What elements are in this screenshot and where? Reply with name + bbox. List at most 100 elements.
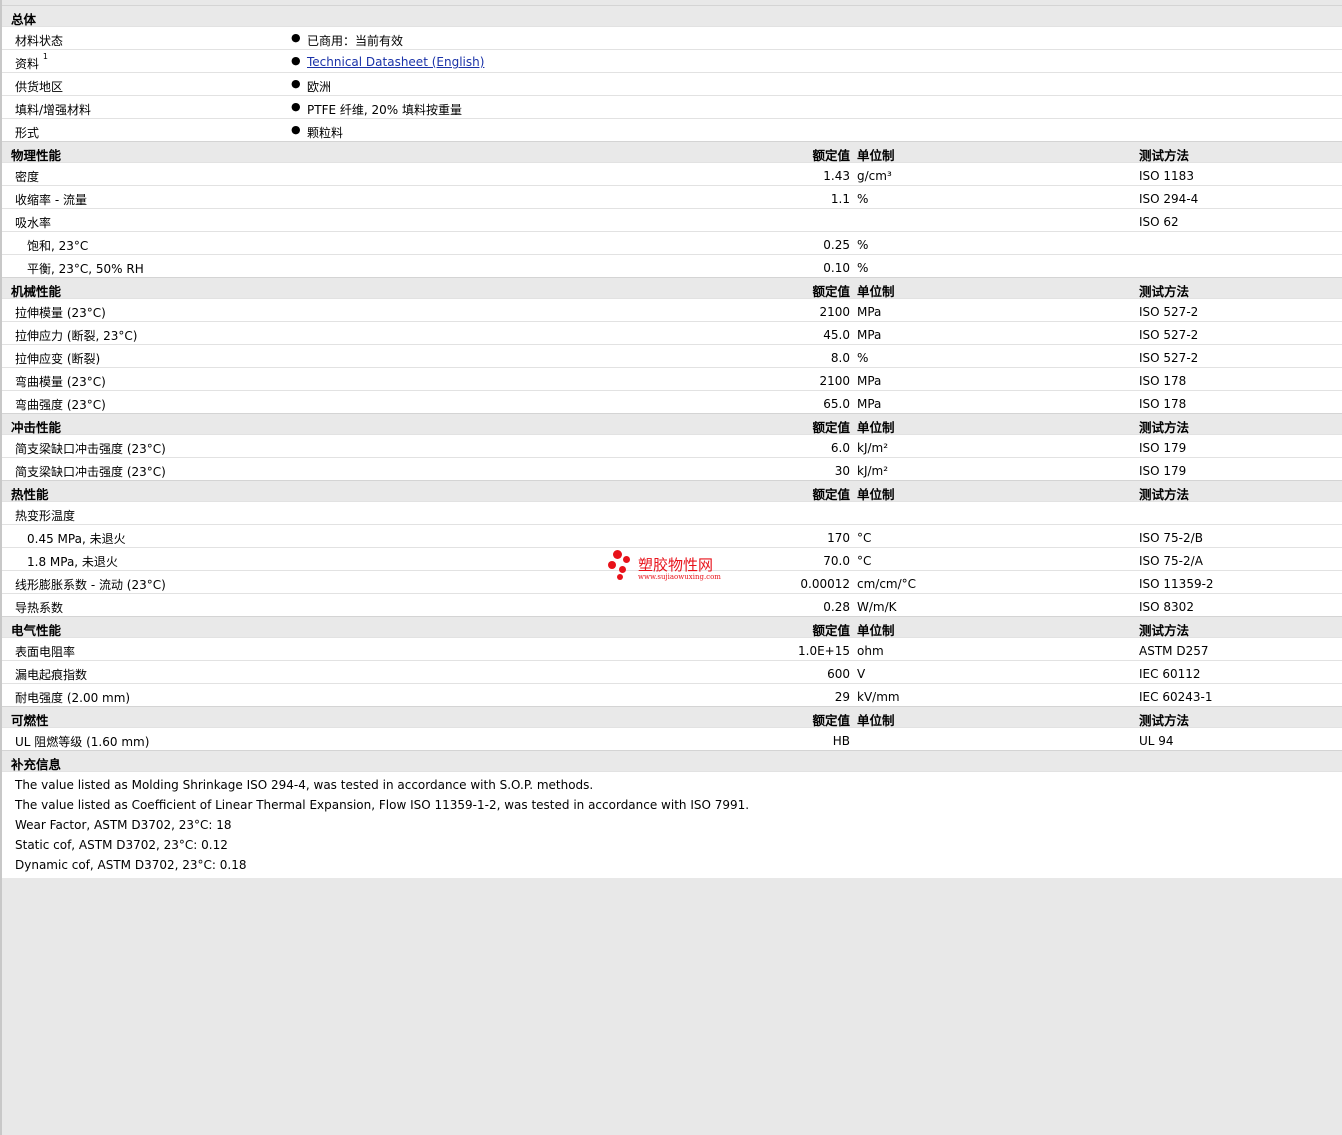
property-label: 1.8 MPa, 未退火	[27, 555, 118, 569]
property-row: 密度 1.43 g/cm³ ISO 1183	[2, 162, 1342, 185]
row-value: PTFE 纤维, 20% 填料按重量	[307, 103, 462, 117]
notes-list: The value listed as Molding Shrinkage IS…	[2, 771, 1342, 878]
technical-datasheet-link[interactable]: Technical Datasheet (English)	[307, 55, 484, 69]
section-header: 机械性能 额定值 单位制 测试方法	[2, 277, 1342, 299]
test-method: ISO 527-2	[1139, 305, 1199, 319]
property-row: 表面电阻率 1.0E+15 ohm ASTM D257	[2, 637, 1342, 660]
property-label: 耐电强度 (2.00 mm)	[15, 691, 131, 705]
unit-value: kJ/m²	[857, 441, 889, 455]
logo-dot-icon	[619, 566, 626, 573]
bullet-icon: ●	[291, 123, 301, 136]
property-label: 收缩率 - 流量	[15, 193, 87, 207]
property-row: 耐电强度 (2.00 mm) 29 kV/mm IEC 60243-1	[2, 683, 1342, 706]
bullet-icon: ●	[291, 100, 301, 113]
test-method: ISO 294-4	[1139, 192, 1199, 206]
property-label: 饱和, 23°C	[27, 239, 89, 253]
nominal-value: 1.0E+15	[798, 644, 850, 658]
test-method: ISO 75-2/B	[1139, 531, 1203, 545]
row-label: 填料/增强材料	[15, 103, 92, 117]
property-label: 0.45 MPa, 未退火	[27, 532, 126, 546]
unit-value: %	[857, 261, 869, 275]
row-label: 供货地区	[15, 80, 64, 94]
property-row: 简支梁缺口冲击强度 (23°C) 6.0 kJ/m² ISO 179	[2, 434, 1342, 457]
datasheet: 总体 材料状态 ● 已商用：当前有效 资料 1 ● Technical Data…	[0, 5, 1342, 878]
nominal-value: 0.10	[823, 261, 850, 275]
unit-value: W/m/K	[857, 600, 897, 614]
property-label: 平衡, 23°C, 50% RH	[27, 262, 144, 276]
bullet-icon: ●	[291, 54, 301, 67]
row-value: 欧洲	[307, 80, 332, 94]
section-header: 可燃性 额定值 单位制 测试方法	[2, 706, 1342, 728]
property-label: 密度	[15, 170, 40, 184]
property-label: 导热系数	[15, 601, 64, 615]
test-method: ISO 527-2	[1139, 351, 1199, 365]
nominal-value: 29	[834, 690, 850, 704]
logo-dot-icon	[613, 550, 622, 559]
bullet-icon: ●	[291, 31, 301, 44]
nominal-value: 1.1	[830, 192, 850, 206]
row-label: 形式	[15, 126, 40, 140]
nominal-value: 0.00012	[800, 577, 850, 591]
unit-value: MPa	[857, 328, 882, 342]
property-label: 拉伸应变 (断裂)	[15, 352, 101, 366]
property-label: 弯曲强度 (23°C)	[15, 398, 106, 412]
note-item: Wear Factor, ASTM D3702, 23°C: 18	[15, 818, 232, 832]
unit-value: %	[857, 192, 869, 206]
property-row: 热变形温度	[2, 501, 1342, 524]
watermark-name: 塑胶物性网	[638, 556, 714, 574]
test-method: ISO 178	[1139, 397, 1187, 411]
nominal-value: 170	[827, 531, 850, 545]
test-method: ISO 527-2	[1139, 328, 1199, 342]
section-header-general: 总体	[2, 5, 1342, 27]
unit-value: °C	[857, 554, 872, 568]
test-method: ISO 179	[1139, 464, 1187, 478]
logo-dot-icon	[617, 574, 623, 580]
unit-value: %	[857, 238, 869, 252]
property-row: 导热系数 0.28 W/m/K ISO 8302	[2, 593, 1342, 616]
nominal-value: 600	[827, 667, 850, 681]
nominal-value: 0.25	[823, 238, 850, 252]
property-row: 漏电起痕指数 600 V IEC 60112	[2, 660, 1342, 683]
row-label: 材料状态	[15, 34, 64, 48]
unit-value: MPa	[857, 305, 882, 319]
property-label: 弯曲模量 (23°C)	[15, 375, 106, 389]
unit-value: cm/cm/°C	[857, 577, 917, 591]
general-row-status: 材料状态 ● 已商用：当前有效	[2, 26, 1342, 49]
property-row: 拉伸应变 (断裂) 8.0% ISO 527-2	[2, 344, 1342, 367]
unit-value: %	[857, 351, 869, 365]
property-row: 收缩率 - 流量 1.1% ISO 294-4	[2, 185, 1342, 208]
general-row-region: 供货地区 ● 欧洲	[2, 72, 1342, 95]
nominal-value: 30	[834, 464, 850, 478]
test-method: ISO 75-2/A	[1139, 554, 1203, 568]
nominal-value: 45.0	[823, 328, 850, 342]
property-row: 吸水率 ISO 62	[2, 208, 1342, 231]
test-method: ISO 1183	[1139, 169, 1194, 183]
section-header: 电气性能 额定值 单位制 测试方法	[2, 616, 1342, 638]
section-header: 物理性能 额定值 单位制 测试方法	[2, 141, 1342, 163]
property-label: 表面电阻率	[15, 645, 76, 659]
test-method: ISO 178	[1139, 374, 1187, 388]
property-label: 热变形温度	[15, 509, 76, 523]
property-label: 拉伸应力 (断裂, 23°C)	[15, 329, 138, 343]
row-label: 资料 1	[15, 52, 48, 71]
property-row: UL 阻燃等级 (1.60 mm) HB UL 94	[2, 727, 1342, 750]
logo-dot-icon	[623, 556, 630, 563]
property-label: 简支梁缺口冲击强度 (23°C)	[15, 442, 166, 456]
test-method: IEC 60112	[1139, 667, 1201, 681]
property-label: 吸水率	[15, 216, 52, 230]
nominal-value: 8.0	[830, 351, 850, 365]
nominal-value: 70.0	[823, 554, 850, 568]
row-value: 颗粒料	[307, 126, 344, 140]
general-row-form: 形式 ● 颗粒料	[2, 118, 1342, 141]
property-row: 简支梁缺口冲击强度 (23°C) 30 kJ/m² ISO 179	[2, 457, 1342, 480]
section-header: 热性能 额定值 单位制 测试方法	[2, 480, 1342, 502]
property-label: 线形膨胀系数 - 流动 (23°C)	[15, 578, 166, 592]
property-row: 拉伸模量 (23°C) 2100 MPa ISO 527-2	[2, 298, 1342, 321]
section-header-notes: 补充信息	[2, 750, 1342, 772]
note-item: Dynamic cof, ASTM D3702, 23°C: 0.18	[15, 858, 247, 872]
property-label: 拉伸模量 (23°C)	[15, 306, 106, 320]
unit-value: V	[857, 667, 866, 681]
unit-value: kV/mm	[857, 690, 900, 704]
watermark-logo: 塑胶物性网 www.sujiaowuxing.com	[607, 548, 747, 584]
nominal-value: 1.43	[823, 169, 850, 183]
